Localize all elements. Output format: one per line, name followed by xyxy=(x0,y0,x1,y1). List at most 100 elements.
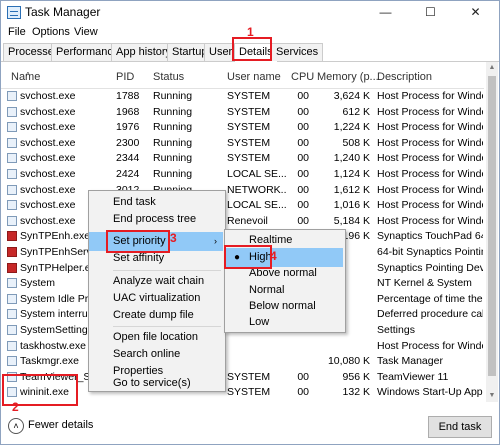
process-description: Host Process for Windo... xyxy=(377,214,483,227)
end-task-button[interactable]: End task xyxy=(428,416,492,438)
process-cpu: 00 xyxy=(297,105,309,118)
process-icon xyxy=(7,106,17,117)
col-name[interactable]: Name xyxy=(11,71,40,83)
menu-view[interactable]: View xyxy=(74,26,98,38)
fewer-details-link[interactable]: Fewer details xyxy=(28,419,93,431)
menu-create-dump-file[interactable]: Create dump file xyxy=(89,306,223,325)
process-name: svchost.exe xyxy=(20,152,76,165)
menu-go-to-services[interactable]: Go to service(s) xyxy=(89,374,223,393)
process-name: svchost.exe xyxy=(20,105,76,118)
process-user: SYSTEM xyxy=(227,370,271,383)
process-description: Settings xyxy=(377,324,415,336)
process-memory: 1,224 K xyxy=(333,121,370,134)
scroll-thumb[interactable] xyxy=(488,76,496,376)
scroll-up-icon[interactable]: ▲ xyxy=(486,62,498,74)
process-description: Percentage of time the ... xyxy=(377,292,483,305)
process-name: taskhostw.exe xyxy=(20,339,86,352)
process-cpu: 00 xyxy=(297,121,309,134)
close-button[interactable]: ✕ xyxy=(453,1,498,23)
process-name: SynTPEnh.exe xyxy=(20,230,88,243)
menu-end-process-tree[interactable]: End process tree xyxy=(89,210,223,229)
table-row[interactable]: Taskmgr.exe 10,080 K Task Manager xyxy=(1,354,484,370)
menu-separator xyxy=(113,326,221,327)
process-user: SYSTEM xyxy=(227,152,271,165)
col-pid[interactable]: PID xyxy=(116,71,134,83)
vertical-scrollbar[interactable]: ▲ ▼ xyxy=(486,62,498,402)
process-icon xyxy=(7,340,17,351)
table-row[interactable]: svchost.exe4036RunningLOCAL SE...001,016… xyxy=(1,198,484,214)
process-description: Host Process for Windo... xyxy=(377,136,483,149)
minimize-button[interactable]: — xyxy=(363,1,408,23)
process-name: svchost.exe xyxy=(20,121,76,134)
process-user: NETWORK... xyxy=(227,183,287,196)
process-memory: 10,080 K xyxy=(327,355,370,368)
col-memory[interactable]: Memory (p... xyxy=(317,71,379,83)
process-cpu: 00 xyxy=(297,90,309,102)
process-icon xyxy=(7,325,17,335)
priority-low[interactable]: Low xyxy=(225,313,343,332)
col-status[interactable]: Status xyxy=(153,71,184,83)
annotation-step-4: 4 xyxy=(270,249,277,263)
process-user: SYSTEM xyxy=(227,136,271,149)
process-memory: 1,612 K xyxy=(333,183,370,196)
table-row[interactable]: taskhostw.exe Host Process for Windo... xyxy=(1,339,484,355)
process-memory: 3,624 K xyxy=(333,90,370,102)
table-header: ^ Name PID Status User name CPU Memory (… xyxy=(1,62,484,89)
table-row[interactable]: svchost.exe Renevoil 00 5,184 K Host Process… xyxy=(1,214,484,230)
process-pid: 2424 xyxy=(116,168,140,180)
process-user: LOCAL SE... xyxy=(227,199,287,212)
process-memory: 460 K xyxy=(314,401,370,402)
menu-options[interactable]: Options xyxy=(32,26,70,38)
process-cpu: 00 xyxy=(297,136,309,149)
process-icon xyxy=(7,262,17,273)
process-name: System Idle Proce xyxy=(20,292,88,305)
process-name: SynTPEnhService. xyxy=(20,246,88,258)
task-manager-icon xyxy=(7,6,21,19)
process-pid: 1788 xyxy=(116,90,140,102)
table-row[interactable]: svchost.exe 2300 Running SYSTEM 00 508 K Host … xyxy=(1,136,484,152)
footer-bar: ˄ Fewer details End task xyxy=(1,409,499,444)
table-row[interactable]: svchost.exe3012RunningNETWORK...001,612 … xyxy=(1,183,484,199)
process-memory: 1,240 K xyxy=(333,152,370,165)
menu-separator xyxy=(113,270,221,271)
scroll-down-icon[interactable]: ▼ xyxy=(486,390,498,402)
maximize-button[interactable]: ☐ xyxy=(408,1,453,23)
menu-file[interactable]: File xyxy=(8,26,26,38)
context-menu: End task End process tree Set priority ›… xyxy=(88,190,226,392)
table-row[interactable]: svchost.exe 2344 Running SYSTEM 00 1,240 K Hos… xyxy=(1,151,484,167)
col-cpu[interactable]: CPU xyxy=(291,71,314,83)
process-name: svchost.exe xyxy=(20,90,76,102)
col-description[interactable]: Description xyxy=(377,71,432,83)
table-row[interactable]: svchost.exe 1788 Running SYSTEM 00 3,624 K Hos… xyxy=(1,89,484,105)
process-description: Windows Start-Up Appli... xyxy=(377,386,483,399)
title-bar: Task Manager — ☐ ✕ xyxy=(1,1,499,23)
table-row[interactable]: svchost.exe 2424 Running LOCAL SE... 00 1,124… xyxy=(1,167,484,183)
process-cpu: 00 xyxy=(297,386,309,399)
process-description: Host Process for Windo... xyxy=(377,90,483,102)
process-pid: 1976 xyxy=(116,121,140,134)
chevron-up-icon[interactable]: ˄ xyxy=(8,418,24,434)
process-icon xyxy=(7,309,17,320)
process-description: TeamViewer 11 xyxy=(377,370,449,383)
process-description: Host Process for Windo... xyxy=(377,339,483,352)
annotation-step-1: 1 xyxy=(247,25,254,39)
table-row[interactable]: svchost.exe 1976 Running SYSTEM 00 1,224 K Hos… xyxy=(1,120,484,136)
process-cpu: 00 xyxy=(297,168,309,180)
process-name: SystemSettings.ex xyxy=(20,324,88,336)
process-cpu: 00 xyxy=(297,199,309,212)
process-memory: 508 K xyxy=(342,136,370,149)
process-user: LOCAL SE... xyxy=(227,168,287,180)
process-name: System interrupts xyxy=(20,308,88,321)
process-icon xyxy=(7,247,17,257)
annotation-step-2: 2 xyxy=(12,400,19,414)
table-row[interactable]: svchost.exe 1968 Running SYSTEM 00 612 K Host … xyxy=(1,105,484,121)
col-user-name[interactable]: User name xyxy=(227,71,281,83)
process-pid: 2300 xyxy=(116,136,140,149)
process-icon xyxy=(7,91,17,101)
process-memory: 956 K xyxy=(342,370,370,383)
tab-services[interactable]: Services xyxy=(271,43,324,61)
process-description: Host Process for Windo... xyxy=(377,105,483,118)
process-pid: 1968 xyxy=(116,105,140,118)
annotation-step-3: 3 xyxy=(170,231,177,245)
process-name: svchost.exe xyxy=(20,183,76,196)
